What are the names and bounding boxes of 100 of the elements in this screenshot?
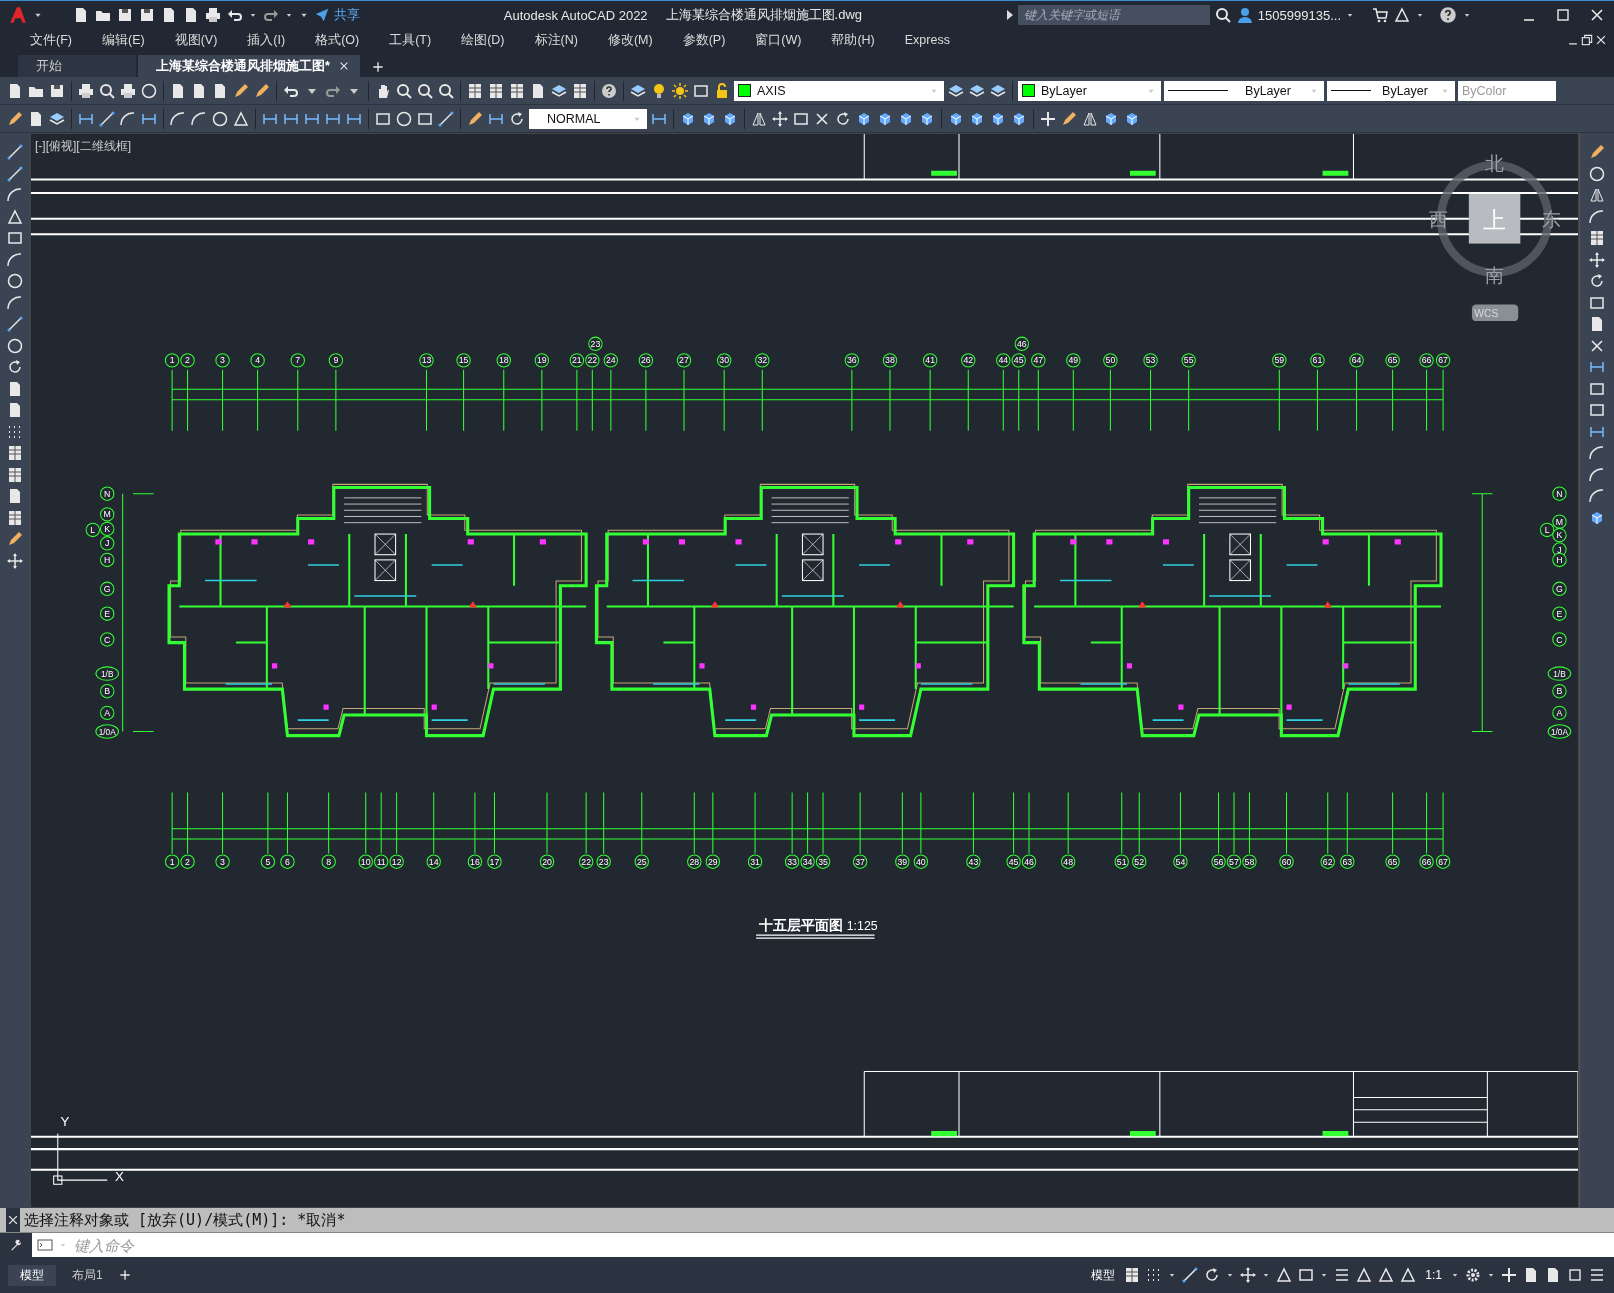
line-icon[interactable] [6, 164, 24, 183]
arc-icon[interactable] [6, 293, 24, 312]
zoom-icon[interactable] [98, 81, 116, 100]
zoom-icon[interactable] [395, 81, 413, 100]
circle-icon[interactable] [395, 109, 413, 128]
circle-icon[interactable] [6, 336, 24, 355]
close-icon[interactable] [1594, 33, 1608, 47]
arc-icon[interactable] [1588, 465, 1606, 484]
settings-icon[interactable] [1464, 1266, 1482, 1284]
plus-icon[interactable] [1039, 109, 1057, 128]
pencil-icon[interactable] [6, 530, 24, 548]
close-icon[interactable] [6, 1213, 20, 1227]
table-icon[interactable] [6, 508, 24, 527]
restore-icon[interactable] [1580, 33, 1594, 47]
arc-icon[interactable] [1588, 207, 1606, 226]
menu-item[interactable]: 修改(M) [595, 31, 663, 49]
move-icon[interactable] [1588, 250, 1606, 269]
menu-item[interactable]: 文件(F) [18, 31, 82, 49]
printer-icon[interactable] [204, 6, 222, 24]
send-icon[interactable] [314, 7, 330, 23]
line-icon[interactable] [1181, 1266, 1200, 1284]
rotate-icon[interactable] [6, 358, 24, 376]
table-icon[interactable] [466, 81, 484, 100]
menu-item[interactable]: 帮助(H) [819, 31, 885, 49]
table-icon[interactable] [508, 81, 526, 100]
maximize-icon[interactable] [1566, 1266, 1584, 1284]
menu-item[interactable]: 参数(P) [670, 31, 736, 49]
user-icon[interactable] [1235, 6, 1254, 24]
menu-item[interactable]: 窗口(W) [743, 31, 812, 49]
triangle-icon[interactable] [1275, 1266, 1294, 1284]
arc-icon[interactable] [6, 186, 24, 204]
save-icon[interactable] [116, 6, 134, 24]
pencil-icon[interactable] [1060, 109, 1078, 128]
line-icon[interactable] [98, 109, 116, 128]
model-space-button[interactable]: 模型 [1087, 1264, 1120, 1286]
move-icon[interactable] [771, 109, 789, 128]
triangle-icon[interactable] [1355, 1266, 1374, 1284]
circle-icon[interactable] [6, 272, 24, 290]
pencil-icon[interactable] [253, 81, 271, 100]
circle-icon[interactable] [211, 109, 229, 128]
plus-icon[interactable] [371, 61, 384, 73]
document-tab[interactable]: 开始 [18, 55, 136, 77]
menu-icon[interactable] [1588, 1266, 1606, 1284]
line-icon[interactable] [6, 143, 24, 161]
share-button[interactable]: 共享 [334, 6, 360, 24]
rectangle-icon[interactable] [1588, 401, 1606, 419]
terminal-icon[interactable] [36, 1236, 54, 1254]
layer-dropdown[interactable]: AXIS [734, 80, 944, 101]
menu-item[interactable]: 标注(N) [522, 31, 588, 49]
move-icon[interactable] [6, 551, 24, 570]
table-icon[interactable] [1588, 229, 1606, 247]
layout-tab[interactable]: 布局1 [60, 1264, 115, 1286]
arc-icon[interactable] [1588, 444, 1606, 462]
circle-icon[interactable] [1588, 164, 1606, 183]
arc-icon[interactable] [190, 109, 208, 128]
zoom-icon[interactable] [437, 81, 455, 100]
table-icon[interactable] [6, 444, 24, 462]
menu-item[interactable]: 视图(V) [162, 31, 228, 49]
expand-arrow-icon[interactable] [1005, 10, 1014, 20]
line-icon[interactable] [437, 109, 455, 128]
menu-item[interactable]: 插入(I) [235, 31, 296, 49]
arc-icon[interactable] [169, 109, 187, 128]
help-icon[interactable] [600, 81, 618, 100]
annotation-scale-button[interactable]: 1:1 [1421, 1266, 1446, 1284]
line-icon[interactable] [6, 315, 24, 333]
cart-icon[interactable] [1371, 6, 1389, 24]
triangle-icon[interactable] [6, 207, 24, 226]
linetype-dropdown[interactable]: ByLayer [1164, 80, 1324, 101]
triangle-icon[interactable] [1399, 1266, 1418, 1284]
menu-item[interactable]: 工具(T) [377, 31, 442, 49]
arc-icon[interactable] [1588, 487, 1606, 505]
triangle-icon[interactable] [232, 109, 250, 128]
rotate-icon[interactable] [1588, 272, 1606, 290]
printer-icon[interactable] [119, 81, 137, 100]
triangle-icon[interactable] [1377, 1266, 1396, 1284]
triangle-icon[interactable] [1393, 6, 1411, 24]
user-name[interactable]: 1505999135... [1257, 7, 1341, 23]
search-field[interactable]: 键入关键字或短语 [1017, 5, 1210, 25]
maximize-icon[interactable] [1554, 6, 1572, 24]
menu-item[interactable]: 格式(O) [303, 31, 370, 49]
menu-item[interactable]: 绘图(D) [449, 31, 515, 49]
printer-icon[interactable] [77, 81, 95, 100]
viewcube-face[interactable] [1468, 193, 1521, 244]
rectangle-icon[interactable] [6, 229, 24, 247]
table-icon[interactable] [487, 81, 505, 100]
table-icon[interactable] [571, 81, 589, 100]
pencil-icon[interactable] [1588, 143, 1606, 161]
compass-north[interactable]: 北 [1485, 153, 1505, 175]
plus-icon[interactable] [118, 1269, 131, 1281]
save-icon[interactable] [138, 6, 156, 24]
layout-tab[interactable]: 模型 [8, 1264, 56, 1286]
sun-icon[interactable] [671, 81, 689, 100]
mirror-icon[interactable] [1588, 186, 1606, 204]
pencil-icon[interactable] [232, 81, 250, 100]
pencil-icon[interactable] [466, 109, 484, 128]
viewport-label[interactable]: [-][俯视][二维线框] [35, 138, 131, 155]
zoom-icon[interactable] [1213, 6, 1232, 24]
menu-item[interactable]: 编辑(E) [89, 31, 155, 49]
move-icon[interactable] [1239, 1266, 1258, 1284]
text-style-dropdown[interactable]: NORMAL [529, 108, 647, 129]
